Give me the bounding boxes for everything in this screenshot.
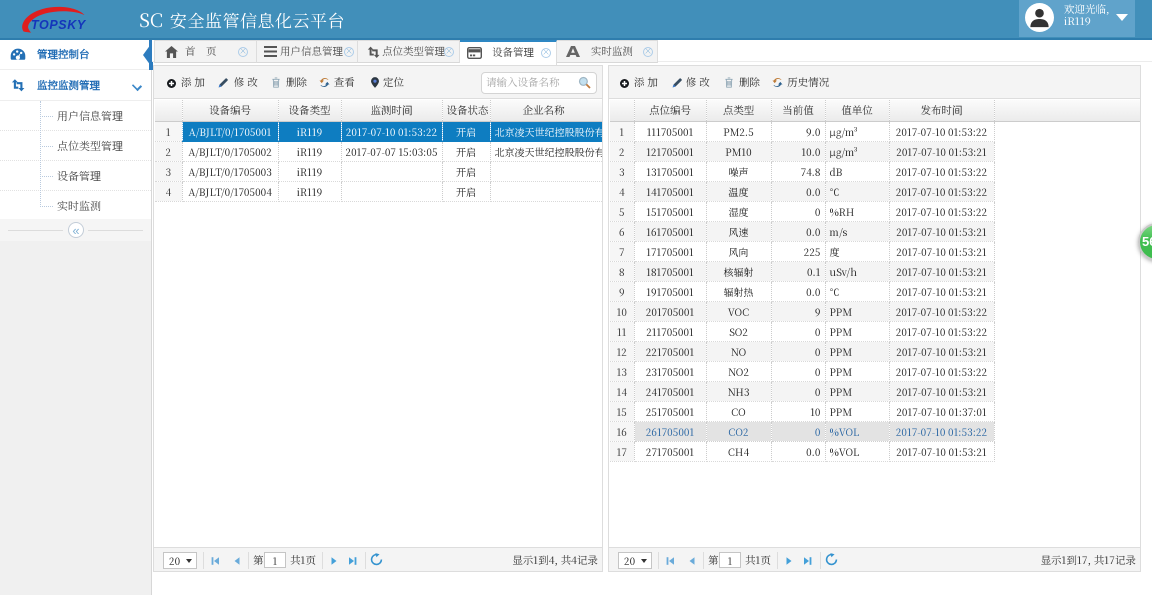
svg-text:TOPSKY: TOPSKY xyxy=(31,18,87,32)
